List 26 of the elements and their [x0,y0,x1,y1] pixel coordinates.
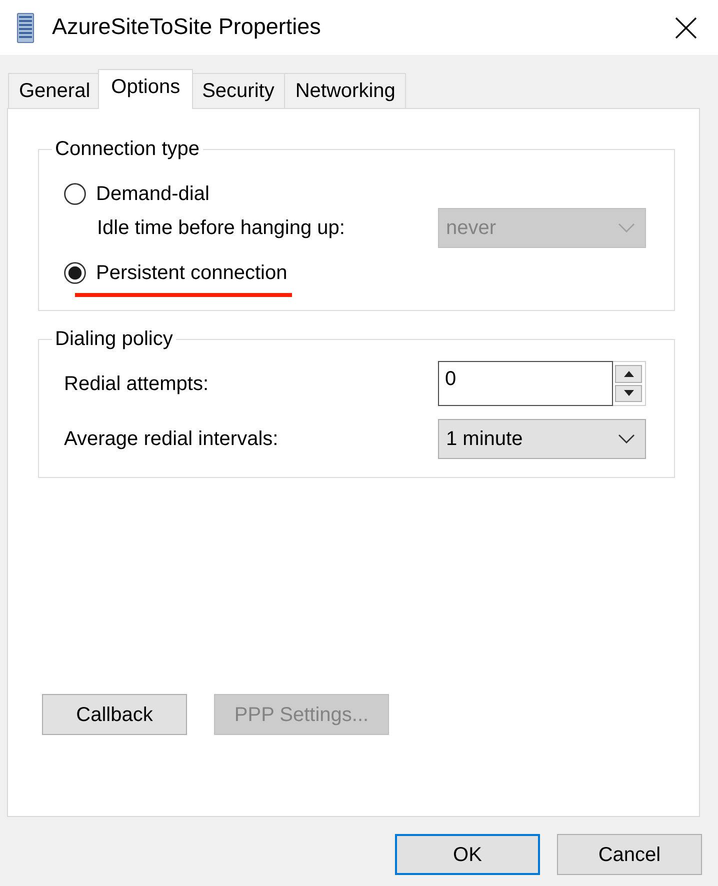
button: PPP Settings... [214,694,389,735]
radio-button[interactable] [64,262,86,284]
group-title: Connection type [54,138,201,160]
chevron-down-icon [618,434,635,444]
spin-down-button[interactable] [615,384,642,402]
dialog-button[interactable]: OK [395,834,540,875]
field-label: Idle time before hanging up: [97,216,345,241]
triangle-up-icon [624,370,634,377]
window-title: AzureSiteToSite Properties [52,16,321,39]
triangle-down-icon [624,390,634,396]
field-label: Redial attempts: [64,372,209,396]
field-label: Average redial intervals: [64,427,278,452]
group-title: Dialing policy [54,328,174,350]
tab[interactable]: Networking [284,73,406,108]
server-icon [17,12,34,42]
dialog-button[interactable]: Cancel [557,834,702,875]
close-icon[interactable] [675,16,697,38]
tab[interactable]: Options [98,69,194,109]
chevron-down-icon [618,223,635,233]
dropdown[interactable]: 1 minute [438,419,646,459]
radio-button[interactable] [64,183,86,205]
spin-up-button[interactable] [615,365,642,382]
radio-label: Demand-dial [96,182,210,207]
radio-label: Persistent connection [96,261,288,286]
number-field[interactable]: 0 [438,361,613,406]
button[interactable]: Callback [42,694,187,735]
